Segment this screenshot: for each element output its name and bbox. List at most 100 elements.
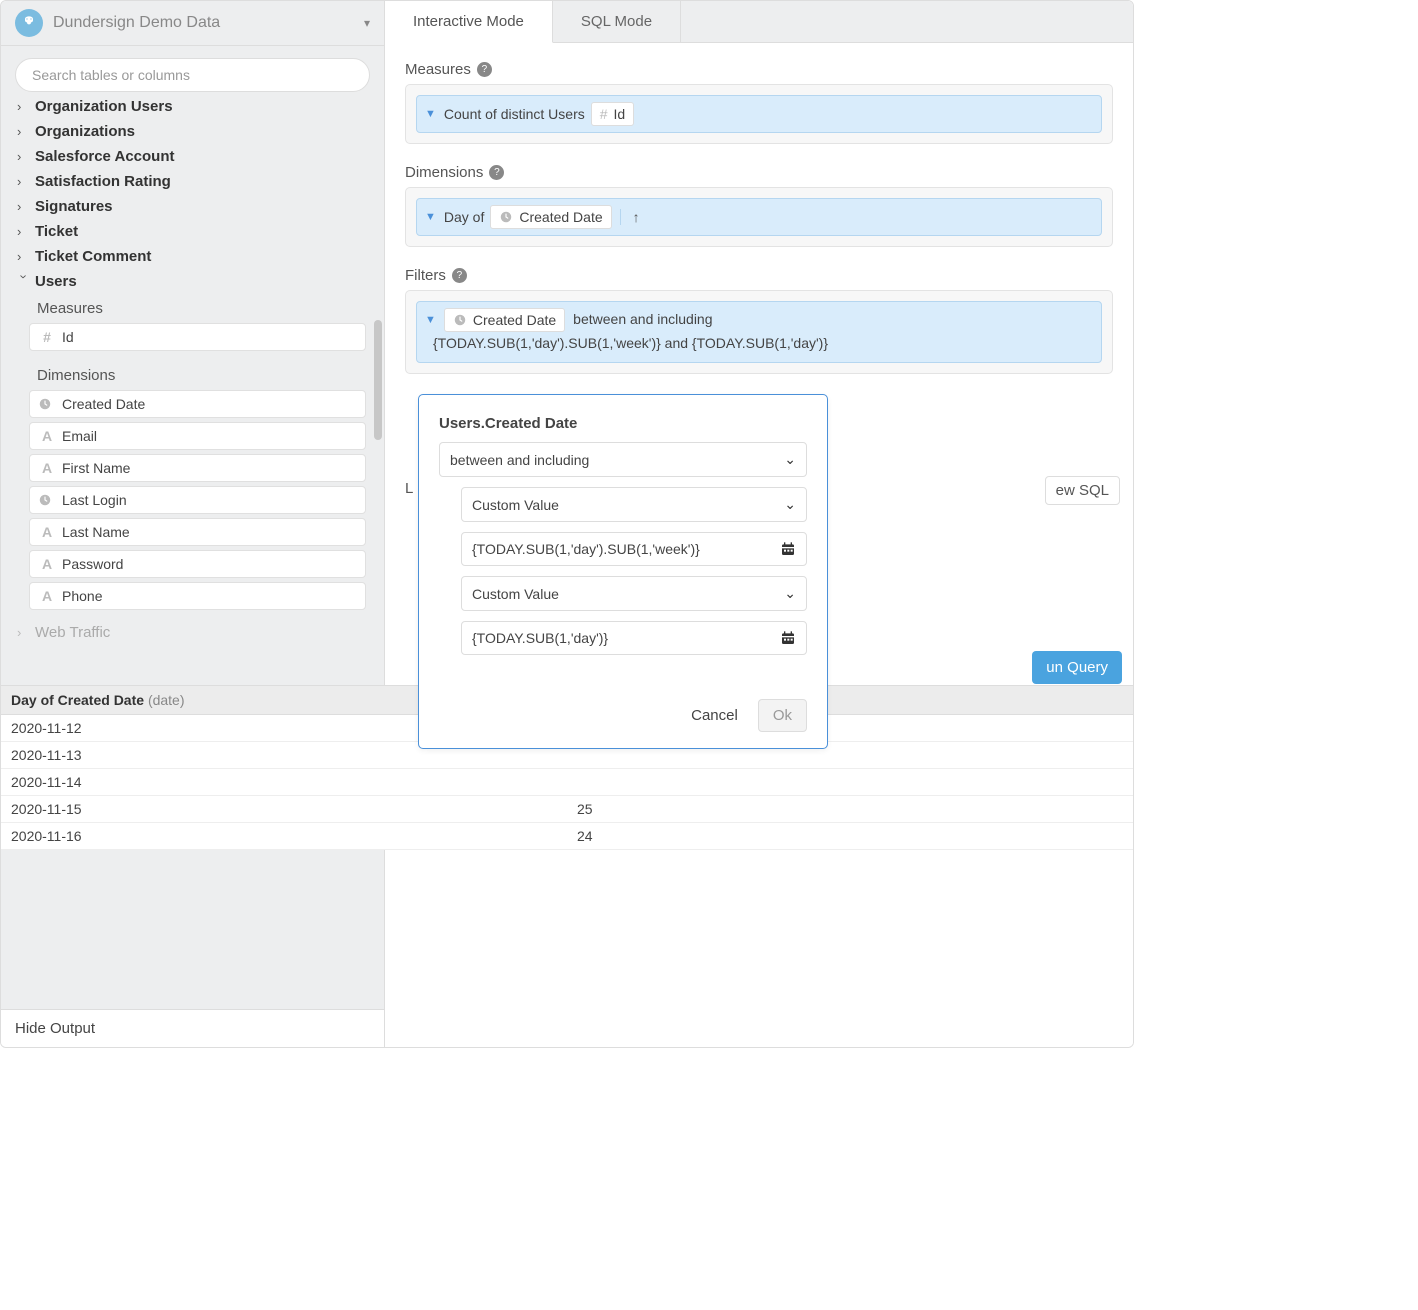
- table-row[interactable]: ›Signatures: [15, 194, 374, 219]
- to-value-input-wrap: [461, 621, 807, 655]
- table-row[interactable]: 2020-11-1525: [1, 796, 1133, 823]
- filters-section-title: Filters ?: [405, 267, 1113, 284]
- scrollbar-thumb[interactable]: [374, 320, 382, 440]
- chevron-right-icon: ›: [17, 174, 31, 189]
- dimensions-dropzone[interactable]: ▼ Day of Created Date ↑: [405, 187, 1113, 247]
- table-row[interactable]: 2020-11-1624: [1, 823, 1133, 850]
- text-type-icon: A: [38, 524, 56, 540]
- datasource-name: Dundersign Demo Data: [53, 14, 364, 32]
- clock-icon: [499, 210, 513, 224]
- cell-date: 2020-11-15: [1, 796, 567, 822]
- chevron-down-icon: ⌄: [784, 585, 796, 602]
- measure-field: # Id: [591, 102, 634, 126]
- sidebar: Dundersign Demo Data ▾ › Organization Us…: [1, 1, 385, 1047]
- dimension-pill[interactable]: ALast Name: [29, 518, 366, 546]
- search-input[interactable]: [15, 58, 370, 92]
- ok-button[interactable]: Ok: [758, 699, 807, 732]
- dimensions-heading: Dimensions: [15, 361, 374, 390]
- tab-sql[interactable]: SQL Mode: [553, 1, 681, 42]
- clock-icon: [453, 313, 467, 327]
- measures-heading: Measures: [15, 294, 374, 323]
- calendar-icon[interactable]: [780, 630, 796, 646]
- from-type-select[interactable]: Custom Value ⌄: [461, 487, 807, 522]
- hide-output-toggle[interactable]: Hide Output: [1, 1009, 384, 1047]
- filters-dropzone[interactable]: ▼ Created Date between and including {TO…: [405, 290, 1113, 374]
- number-icon: #: [600, 106, 608, 122]
- cell-count: [567, 769, 1133, 795]
- text-type-icon: A: [38, 428, 56, 444]
- filter-popover: Users.Created Date between and including…: [418, 394, 828, 749]
- limit-label-partial: L: [405, 480, 413, 497]
- search-wrap: [1, 46, 384, 100]
- chevron-right-icon: ›: [17, 625, 31, 640]
- chevron-right-icon: ›: [17, 224, 31, 239]
- chevron-right-icon: ›: [17, 124, 31, 139]
- dimension-pill[interactable]: Last Login: [29, 486, 366, 514]
- dimensions-list: Created Date AEmail AFirst Name Last Login A…: [15, 390, 374, 620]
- table-row[interactable]: ›Organizations: [15, 119, 374, 144]
- schema-tree: › Organization Users ›Organizations›Sale…: [1, 100, 384, 1009]
- operator-select[interactable]: between and including ⌄: [439, 442, 807, 477]
- text-type-icon: A: [38, 460, 56, 476]
- number-icon: #: [38, 329, 56, 345]
- clock-icon: [38, 397, 56, 411]
- measures-dropzone[interactable]: ▼ Count of distinct Users # Id: [405, 84, 1113, 144]
- tab-interactive[interactable]: Interactive Mode: [385, 1, 553, 43]
- view-sql-button-partial[interactable]: ew SQL: [1045, 476, 1120, 505]
- run-query-button[interactable]: un Query: [1032, 651, 1122, 684]
- measure-chip[interactable]: ▼ Count of distinct Users # Id: [416, 95, 1102, 133]
- cancel-button[interactable]: Cancel: [685, 699, 744, 732]
- text-type-icon: A: [38, 556, 56, 572]
- table-row[interactable]: ›Salesforce Account: [15, 144, 374, 169]
- dimension-pill[interactable]: Created Date: [29, 390, 366, 418]
- cell-date: 2020-11-16: [1, 823, 567, 849]
- cell-date: 2020-11-14: [1, 769, 567, 795]
- chevron-down-icon: ⌄: [784, 496, 796, 513]
- chip-menu-icon[interactable]: ▼: [425, 108, 436, 120]
- chip-menu-icon[interactable]: ▼: [425, 314, 436, 326]
- measures-list: #Id: [15, 323, 374, 361]
- chevron-right-icon: ›: [17, 100, 31, 114]
- dimension-chip[interactable]: ▼ Day of Created Date ↑: [416, 198, 1102, 236]
- to-type-select[interactable]: Custom Value ⌄: [461, 576, 807, 611]
- dimension-pill[interactable]: AFirst Name: [29, 454, 366, 482]
- caret-down-icon: ▾: [364, 16, 370, 30]
- chevron-down-icon: ⌄: [784, 451, 796, 468]
- chevron-down-icon: ›: [17, 275, 32, 289]
- table-row-webtraffic[interactable]: › Web Traffic: [15, 620, 374, 645]
- sort-asc-icon[interactable]: ↑: [620, 209, 640, 225]
- app-root: Dundersign Demo Data ▾ › Organization Us…: [0, 0, 1134, 1048]
- filter-field: Created Date: [444, 308, 565, 332]
- table-row[interactable]: ›Satisfaction Rating: [15, 169, 374, 194]
- chip-menu-icon[interactable]: ▼: [425, 211, 436, 223]
- dimension-pill[interactable]: APassword: [29, 550, 366, 578]
- dimension-pill[interactable]: APhone: [29, 582, 366, 610]
- table-row[interactable]: ›Ticket Comment: [15, 244, 374, 269]
- filter-chip[interactable]: ▼ Created Date between and including {TO…: [416, 301, 1102, 363]
- chevron-right-icon: ›: [17, 149, 31, 164]
- table-row[interactable]: › Organization Users: [15, 100, 374, 119]
- help-icon[interactable]: ?: [452, 268, 467, 283]
- popover-title: Users.Created Date: [439, 415, 807, 432]
- chevron-right-icon: ›: [17, 249, 31, 264]
- postgres-icon: [15, 9, 43, 37]
- datasource-selector[interactable]: Dundersign Demo Data ▾: [1, 1, 384, 46]
- table-row[interactable]: ›Ticket: [15, 219, 374, 244]
- calendar-icon[interactable]: [780, 541, 796, 557]
- dimensions-section-title: Dimensions ?: [405, 164, 1113, 181]
- dimension-field: Created Date: [490, 205, 611, 229]
- measure-pill[interactable]: #Id: [29, 323, 366, 351]
- from-value-input[interactable]: [472, 541, 772, 557]
- chevron-right-icon: ›: [17, 199, 31, 214]
- dimension-pill[interactable]: AEmail: [29, 422, 366, 450]
- measures-section-title: Measures ?: [405, 61, 1113, 78]
- text-type-icon: A: [38, 588, 56, 604]
- table-row-users[interactable]: › Users: [15, 269, 374, 294]
- cell-count: 24: [567, 823, 1133, 849]
- to-value-input[interactable]: [472, 630, 772, 646]
- help-icon[interactable]: ?: [477, 62, 492, 77]
- help-icon[interactable]: ?: [489, 165, 504, 180]
- from-value-input-wrap: [461, 532, 807, 566]
- mode-tabs: Interactive Mode SQL Mode: [385, 1, 1133, 43]
- table-row[interactable]: 2020-11-14: [1, 769, 1133, 796]
